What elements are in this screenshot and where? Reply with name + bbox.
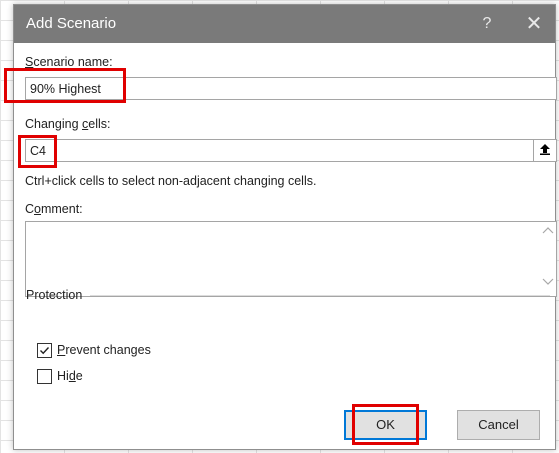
protection-group-label: Protection [26,288,83,302]
highlight-changing-cells [18,135,57,168]
protection-divider [90,295,550,296]
comment-label: Comment: [25,202,83,216]
hide-option[interactable]: Hide [37,369,83,385]
hide-checkbox[interactable] [37,369,52,385]
scenario-name-label: Scenario name: [25,55,113,69]
changing-cells-hint: Ctrl+click cells to select non-adjacent … [25,174,317,188]
changing-cells-label: Changing cells: [25,117,111,131]
hide-label: Hide [57,369,83,383]
comment-textarea[interactable] [25,221,557,297]
highlight-scenario-name [4,68,126,103]
dialog-titlebar: Add Scenario ? ✕ [14,5,555,43]
scroll-down-icon[interactable] [539,278,556,289]
scroll-up-icon[interactable] [539,226,556,237]
changing-cells-input[interactable]: C4 [25,139,557,162]
help-icon[interactable]: ? [464,5,510,43]
prevent-changes-label: Prevent changes [57,343,151,357]
highlight-ok-button [352,404,419,445]
comment-scrollbar[interactable] [539,222,556,296]
dialog-title: Add Scenario [26,15,117,32]
checkmark-icon [40,347,50,355]
close-icon[interactable]: ✕ [511,5,557,43]
collapse-dialog-button[interactable] [533,140,556,161]
cancel-button[interactable]: Cancel [457,410,540,440]
prevent-changes-option[interactable]: Prevent changes [37,343,151,359]
collapse-arrow-icon [540,144,550,155]
prevent-changes-checkbox[interactable] [37,343,52,359]
